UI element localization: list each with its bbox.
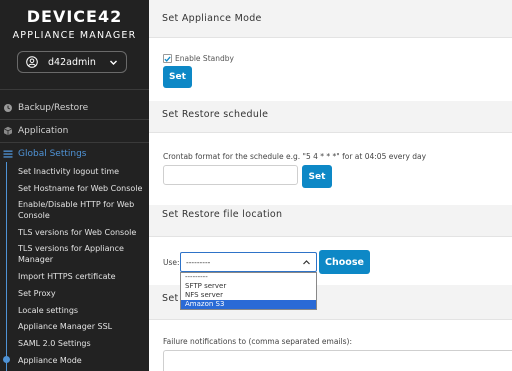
nav-global-settings[interactable]: Global Settings (0, 149, 86, 159)
dropdown-option-s3[interactable]: Amazon S3 (181, 300, 316, 309)
sidebar-divider (0, 119, 149, 120)
dropdown-option-sftp[interactable]: SFTP server (181, 282, 316, 291)
nav-global-settings-label: Global Settings (18, 149, 87, 159)
choose-button[interactable]: Choose (319, 250, 370, 274)
cube-icon (3, 126, 13, 136)
sidebar-item-import-https[interactable]: Import HTTPS certificate (18, 271, 146, 282)
chevron-down-icon (110, 60, 117, 65)
brand-logo: DEVICE42 (26, 7, 123, 26)
nav-application[interactable]: Application (0, 126, 68, 136)
chevron-up-icon (303, 260, 310, 265)
brand: DEVICE42 APPLIANCE MANAGER (0, 7, 149, 42)
user-menu-button[interactable]: d42admin (17, 51, 127, 73)
crontab-help-text: Crontab format for the schedule e.g. "5 … (163, 152, 427, 161)
brand-subtitle: APPLIANCE MANAGER (12, 30, 137, 41)
list-icon (3, 150, 13, 158)
section-title-appliance-mode: Set Appliance Mode (162, 13, 262, 24)
failure-notifications-input[interactable] (163, 350, 512, 371)
select-value: --------- (186, 257, 211, 267)
dropdown-option-nfs[interactable]: NFS server (181, 291, 316, 300)
sidebar: DEVICE42 APPLIANCE MANAGER d42admin Back… (0, 0, 149, 371)
history-icon (4, 104, 12, 112)
sidebar-divider (0, 89, 149, 90)
sidebar-item-tls-appliance[interactable]: TLS versions for Appliance Manager (18, 243, 146, 265)
sidebar-item-ssl[interactable]: Appliance Manager SSL (18, 321, 146, 332)
user-icon (26, 56, 38, 68)
restore-location-dropdown: --------- SFTP server NFS server Amazon … (180, 272, 317, 310)
set-restore-schedule-button[interactable]: Set (302, 165, 332, 188)
sidebar-item-http-toggle[interactable]: Enable/Disable HTTP for Web Console (18, 199, 146, 221)
restore-schedule-input[interactable] (163, 165, 298, 185)
checkmark-icon (164, 55, 171, 62)
sidebar-item-hostname[interactable]: Set Hostname for Web Console (18, 183, 146, 194)
nav-tree-line (6, 162, 7, 371)
sidebar-item-appliance-mode[interactable]: Appliance Mode (18, 355, 146, 366)
section-header-restore-schedule: Set Restore schedule (149, 101, 512, 133)
nav-application-label: Application (18, 126, 69, 136)
sidebar-item-proxy[interactable]: Set Proxy (18, 288, 146, 299)
active-item-indicator (3, 356, 10, 363)
sidebar-item-locale[interactable]: Locale settings (18, 305, 146, 316)
sidebar-item-saml[interactable]: SAML 2.0 Settings (18, 338, 146, 349)
section-header-appliance-mode: Set Appliance Mode (149, 0, 512, 38)
set-appliance-mode-button[interactable]: Set (163, 66, 192, 88)
user-name: d42admin (48, 56, 96, 68)
enable-standby-row: Enable Standby (163, 54, 234, 63)
section-title-restore-schedule: Set Restore schedule (162, 109, 269, 120)
enable-standby-checkbox[interactable] (163, 54, 172, 63)
enable-standby-label: Enable Standby (175, 54, 234, 63)
section-header-restore-location: Set Restore file location (149, 205, 512, 237)
sidebar-item-tls-web[interactable]: TLS versions for Web Console (18, 227, 146, 238)
use-label: Use: (163, 258, 180, 267)
sidebar-divider (0, 142, 149, 143)
dropdown-option-none[interactable]: --------- (181, 273, 316, 282)
nav-backup-restore[interactable]: Backup/Restore (0, 103, 88, 113)
sidebar-item-inactivity-logout[interactable]: Set Inactivity logout time (18, 166, 146, 177)
nav-backup-restore-label: Backup/Restore (18, 103, 89, 113)
failure-notifications-label: Failure notifications to (comma separate… (163, 337, 352, 346)
section-title-notifications: Set (162, 293, 179, 304)
restore-location-select[interactable]: --------- (180, 252, 317, 272)
section-title-restore-location: Set Restore file location (162, 209, 283, 220)
